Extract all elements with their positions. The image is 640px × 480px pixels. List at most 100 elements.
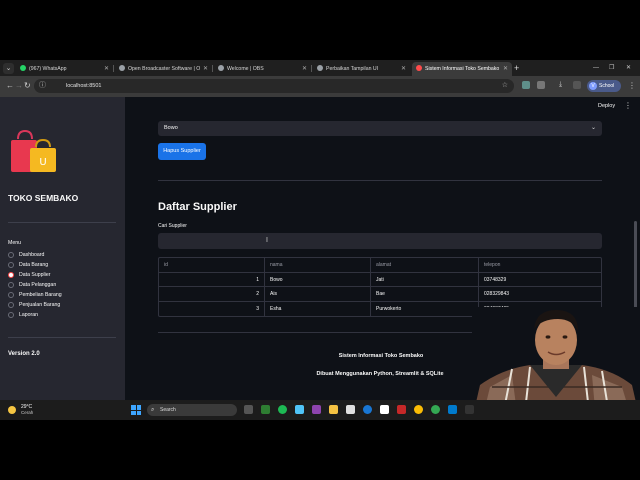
cell-alamat[interactable]: Bae — [371, 287, 479, 301]
tab-sistem-informasi[interactable]: Sistem Informasi Toko Sembako ✕ — [412, 62, 512, 76]
tab-welcome-obs[interactable]: Welcome | OBS ✕ — [214, 62, 311, 76]
tab-whatsapp[interactable]: (967) WhatsApp ✕ — [16, 62, 113, 76]
close-icon[interactable]: ✕ — [203, 62, 208, 76]
screen: ⌄ (967) WhatsApp ✕ Open Broadcaster Softw… — [0, 60, 640, 420]
tab-perbaikan-ui[interactable]: Perbaikan Tampilan UI ✕ — [313, 62, 410, 76]
vscode-icon[interactable] — [448, 405, 457, 414]
side-panel-icon[interactable] — [573, 81, 581, 89]
terminal-icon[interactable] — [465, 405, 474, 414]
address-bar[interactable]: ⓘ localhost:8501 ☆ — [34, 79, 514, 93]
close-window-icon[interactable]: ✕ — [626, 62, 631, 74]
section-title: Daftar Supplier — [158, 201, 237, 213]
cell-nama[interactable]: Bowo — [265, 272, 371, 286]
maximize-icon[interactable]: ❐ — [609, 62, 614, 74]
sidebar-item-laporan[interactable]: Laporan — [8, 311, 38, 319]
close-icon[interactable]: ✕ — [104, 62, 109, 76]
radio-icon[interactable] — [8, 282, 14, 288]
chevron-down-icon[interactable]: ⌄ — [591, 121, 596, 136]
browser-menu-icon[interactable]: ⋮ — [628, 80, 636, 92]
chrome-icon[interactable] — [414, 405, 423, 414]
cell-id[interactable]: 2 — [159, 287, 265, 301]
sidebar: U TOKO SEMBAKO Menu Dashboard Data Baran… — [0, 97, 125, 400]
weather-condition: Cerah — [21, 410, 34, 415]
extensions-puzzle-icon[interactable] — [537, 81, 545, 89]
column-header-id[interactable]: id — [159, 258, 265, 272]
file-explorer-icon[interactable] — [329, 405, 338, 414]
browser-toolbar: ← → ↻ ⓘ localhost:8501 ☆ ⤓ V School ⋮ — [0, 76, 640, 97]
tab-obs-software[interactable]: Open Broadcaster Software | O ✕ — [115, 62, 212, 76]
search-supplier-input[interactable] — [158, 233, 602, 249]
sidebar-item-dashboard[interactable]: Dashboard — [8, 251, 44, 259]
minimize-icon[interactable]: — — [593, 62, 599, 74]
notepad-icon[interactable] — [380, 405, 389, 414]
column-header-alamat[interactable]: alamat — [371, 258, 479, 272]
sidebar-item-pembelian-barang[interactable]: Pembelian Barang — [8, 291, 62, 299]
taskbar: 29°C Cerah ⌕ Search — [0, 400, 640, 420]
close-icon[interactable]: ✕ — [503, 62, 508, 76]
column-header-nama[interactable]: nama — [265, 258, 371, 272]
edge-icon[interactable] — [363, 405, 372, 414]
column-header-telepon[interactable]: telepon — [479, 258, 603, 272]
supplier-select[interactable]: Bowo ⌄ — [158, 121, 602, 136]
chrome-profile-icon[interactable] — [431, 405, 440, 414]
cell-nama[interactable]: Esha — [265, 301, 371, 316]
radio-icon[interactable] — [8, 292, 14, 298]
section-divider — [158, 180, 602, 181]
close-icon[interactable]: ✕ — [302, 62, 307, 76]
store-icon[interactable] — [346, 405, 355, 414]
url-text[interactable]: localhost:8501 — [66, 79, 101, 93]
radio-icon[interactable] — [8, 262, 14, 268]
weather-widget[interactable]: 29°C Cerah — [8, 403, 58, 417]
streamlit-icon — [416, 65, 422, 71]
cell-id[interactable]: 1 — [159, 272, 265, 286]
sidebar-item-data-barang[interactable]: Data Barang — [8, 261, 48, 269]
copilot-icon[interactable] — [312, 405, 321, 414]
cell-id[interactable]: 3 — [159, 301, 265, 316]
spotify-icon[interactable] — [278, 405, 287, 414]
taskbar-search[interactable]: ⌕ Search — [147, 404, 237, 416]
windows-start-icon[interactable] — [131, 405, 141, 415]
radio-icon[interactable] — [8, 252, 14, 258]
notes-icon[interactable] — [295, 405, 304, 414]
sidebar-item-data-pelanggan[interactable]: Data Pelanggan — [8, 281, 56, 289]
sidebar-item-data-supplier[interactable]: Data Supplier — [8, 271, 50, 279]
tab-separator — [113, 65, 114, 72]
shopping-bag-logo: U — [11, 129, 56, 172]
table-row[interactable]: 2 Ais Bae 028329843 — [159, 287, 601, 302]
document-icon — [317, 65, 323, 71]
back-icon[interactable]: ← — [6, 80, 14, 92]
close-icon[interactable]: ✕ — [401, 62, 406, 76]
tab-separator — [212, 65, 213, 72]
bookmark-star-icon[interactable]: ☆ — [502, 79, 508, 93]
deploy-button[interactable]: Deploy — [598, 103, 615, 109]
table-row[interactable]: 1 Bowo Jati 03748329 — [159, 272, 603, 287]
cell-nama[interactable]: Ais — [265, 287, 371, 301]
cell-telepon[interactable]: 028329843 — [479, 287, 603, 301]
cell-telepon[interactable]: 03748329 — [479, 273, 603, 287]
forward-icon[interactable]: → — [15, 80, 23, 92]
sidebar-item-penjualan-barang[interactable]: Penjualan Barang — [8, 301, 60, 309]
delete-supplier-button[interactable]: Hapus Supplier — [158, 143, 206, 160]
radio-selected-icon[interactable] — [8, 272, 14, 278]
app-l-icon[interactable] — [397, 405, 406, 414]
profile-button[interactable]: V School — [587, 80, 621, 92]
radio-icon[interactable] — [8, 302, 14, 308]
excel-icon[interactable] — [261, 405, 270, 414]
download-icon[interactable]: ⤓ — [559, 81, 567, 89]
version-label: Version 2.0 — [8, 351, 40, 357]
avatar: V — [589, 82, 597, 90]
main-menu-icon[interactable]: ⋮ — [624, 102, 632, 110]
tab-strip: ⌄ (967) WhatsApp ✕ Open Broadcaster Softw… — [0, 60, 640, 76]
tab-search-icon[interactable]: ⌄ — [3, 63, 14, 74]
cell-alamat[interactable]: Purwokerto — [371, 301, 479, 316]
extension-icon[interactable] — [522, 81, 530, 89]
footer-subtitle: Dibuat Menggunakan Python, Streamlit & S… — [316, 371, 444, 377]
reload-icon[interactable]: ↻ — [24, 80, 31, 92]
svg-text:U: U — [39, 157, 46, 168]
radio-icon[interactable] — [8, 312, 14, 318]
task-view-icon[interactable] — [244, 405, 253, 414]
new-tab-button[interactable]: + — [514, 62, 519, 74]
site-info-icon[interactable]: ⓘ — [39, 80, 46, 92]
cell-alamat[interactable]: Jati — [371, 272, 479, 286]
search-label: Cari Supplier — [158, 223, 187, 229]
